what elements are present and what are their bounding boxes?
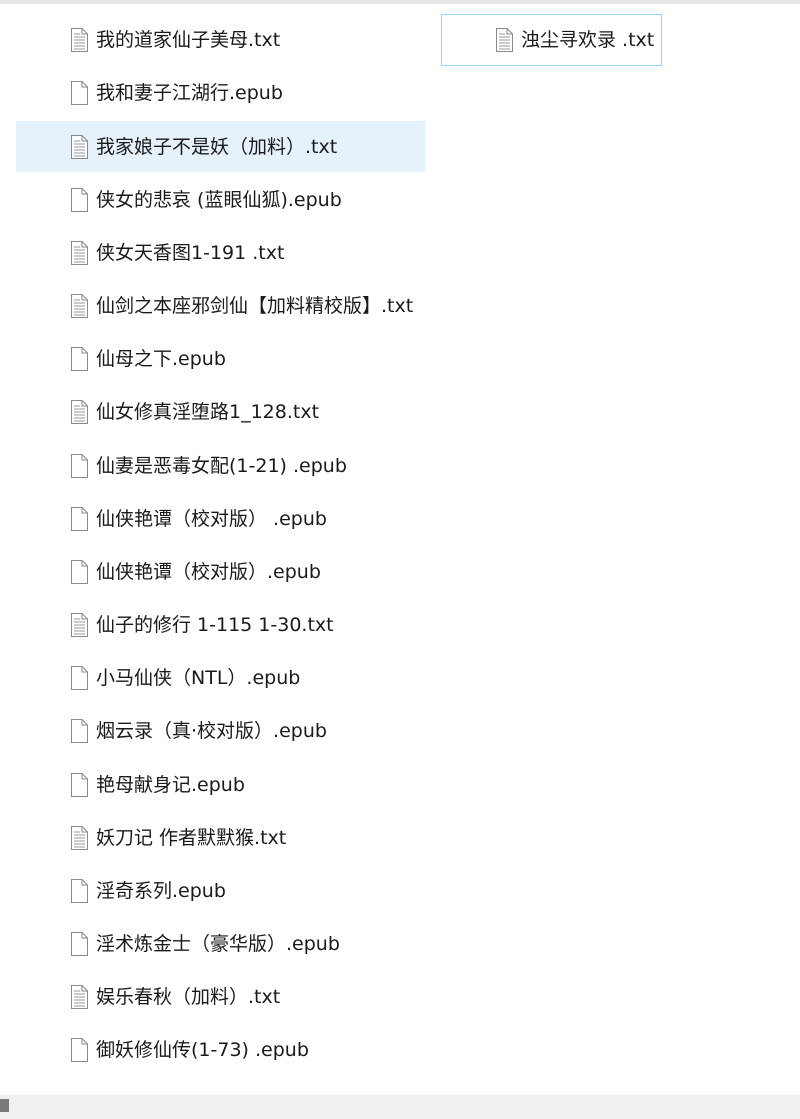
file-item[interactable]: 我的道家仙子美母.txt [16, 14, 425, 65]
file-item[interactable]: 仙剑之本座邪剑仙【加料精校版】.txt [16, 280, 425, 331]
file-item[interactable]: 仙妻是恶毒女配(1-21) .epub [16, 440, 425, 491]
file-name: 仙女修真淫堕路1_128.txt [96, 400, 320, 423]
file-name: 侠女的悲哀 (蓝眼仙狐).epub [96, 188, 342, 211]
blank-file-icon [70, 878, 89, 904]
file-item[interactable]: 仙子的修行 1-115 1-30.txt [16, 599, 425, 650]
file-name: 烟云录（真·校对版）.epub [96, 719, 327, 742]
file-item[interactable]: 仙侠艳谭（校对版） .epub [16, 493, 425, 544]
file-item[interactable]: 烟云录（真·校对版）.epub [16, 705, 425, 756]
text-file-icon [70, 984, 89, 1010]
blank-file-icon [70, 931, 89, 957]
text-file-icon [70, 612, 89, 638]
file-name: 仙妻是恶毒女配(1-21) .epub [96, 454, 347, 477]
file-name: 淫奇系列.epub [96, 879, 226, 902]
file-name: 仙剑之本座邪剑仙【加料精校版】.txt [96, 294, 414, 317]
file-item[interactable]: 妖刀记 作者默默猴.txt [16, 812, 425, 863]
file-item-selected[interactable]: 我家娘子不是妖（加料）.txt [16, 121, 425, 172]
blank-file-icon [70, 559, 89, 585]
horizontal-scrollbar[interactable] [0, 1095, 800, 1119]
text-file-icon [70, 27, 89, 53]
file-item[interactable]: 仙侠艳谭（校对版）.epub [16, 546, 425, 597]
file-item[interactable]: 侠女的悲哀 (蓝眼仙狐).epub [16, 174, 425, 225]
file-name: 妖刀记 作者默默猴.txt [96, 826, 287, 849]
file-item[interactable]: 艳母献身记.epub [16, 759, 425, 810]
file-item[interactable]: 娱乐春秋（加料）.txt [16, 971, 425, 1022]
file-name: 我的道家仙子美母.txt [96, 28, 281, 51]
file-item[interactable]: 御妖修仙传(1-73) .epub [16, 1024, 425, 1075]
file-name: 侠女天香图1-191 .txt [96, 241, 285, 264]
window-top-border [0, 0, 800, 4]
file-name: 仙母之下.epub [96, 347, 226, 370]
file-name: 仙侠艳谭（校对版） .epub [96, 507, 327, 530]
file-item[interactable]: 淫术炼金士（豪华版）.epub [16, 918, 425, 969]
file-item[interactable]: 仙女修真淫堕路1_128.txt [16, 386, 425, 437]
file-name: 我家娘子不是妖（加料）.txt [96, 135, 338, 158]
text-file-icon [70, 399, 89, 425]
file-name: 仙侠艳谭（校对版）.epub [96, 560, 321, 583]
file-name: 娱乐春秋（加料）.txt [96, 985, 281, 1008]
file-item[interactable]: 小马仙侠（NTL）.epub [16, 652, 425, 703]
blank-file-icon [70, 506, 89, 532]
file-item[interactable]: 淫奇系列.epub [16, 865, 425, 916]
file-name: 小马仙侠（NTL）.epub [96, 666, 301, 689]
file-item[interactable]: 我和妻子江湖行.epub [16, 67, 425, 118]
blank-file-icon [70, 772, 89, 798]
file-name: 淫术炼金士（豪华版）.epub [96, 932, 340, 955]
blank-file-icon [70, 346, 89, 372]
blank-file-icon [70, 718, 89, 744]
file-item-focused[interactable]: 浊尘寻欢录 .txt [441, 14, 662, 66]
file-name: 艳母献身记.epub [96, 773, 245, 796]
file-item[interactable]: 侠女天香图1-191 .txt [16, 227, 425, 278]
file-name: 浊尘寻欢录 .txt [521, 29, 655, 51]
text-file-icon [70, 825, 89, 851]
blank-file-icon [70, 1037, 89, 1063]
file-name: 仙子的修行 1-115 1-30.txt [96, 613, 334, 636]
blank-file-icon [70, 80, 89, 106]
scrollbar-thumb[interactable] [0, 1099, 9, 1112]
file-item[interactable]: 仙母之下.epub [16, 333, 425, 384]
file-name: 御妖修仙传(1-73) .epub [96, 1038, 309, 1061]
blank-file-icon [70, 187, 89, 213]
blank-file-icon [70, 453, 89, 479]
file-name: 我和妻子江湖行.epub [96, 81, 283, 104]
blank-file-icon [70, 665, 89, 691]
text-file-icon [70, 293, 89, 319]
text-file-icon [70, 134, 89, 160]
text-file-icon [495, 27, 514, 53]
text-file-icon [70, 240, 89, 266]
